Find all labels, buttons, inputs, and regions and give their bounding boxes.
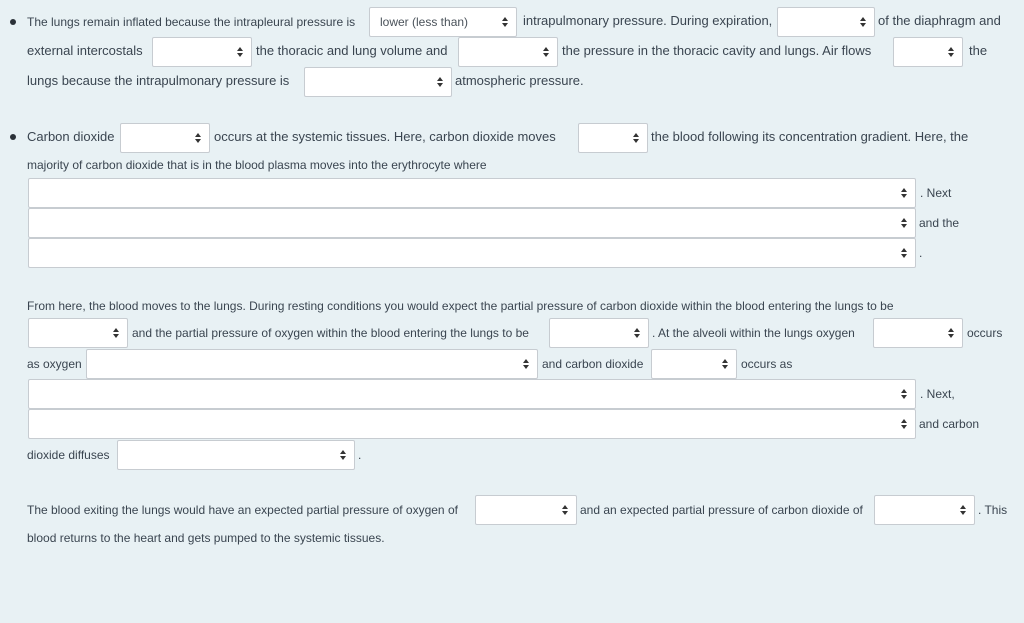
select-arrow-icon (340, 450, 346, 461)
lung-reaction-select-1[interactable] (28, 379, 916, 409)
lung-reaction-select-2[interactable] (28, 409, 916, 439)
air-flow-select[interactable] (893, 37, 963, 67)
p3-text-a: From here, the blood moves to the lungs.… (27, 299, 894, 313)
carbon-dioxide-process-select-2[interactable] (651, 349, 737, 379)
p2-text-d: majority of carbon dioxide that is in th… (27, 158, 487, 172)
erythrocyte-reaction-select-2[interactable] (28, 208, 916, 238)
p3-text-g: occurs as (741, 357, 793, 371)
p3-text-k: . (358, 448, 362, 462)
p1-text-h: lungs because the intrapulmonary pressur… (27, 73, 290, 88)
p3-text-d: occurs (967, 326, 1003, 340)
p1-text-a: The lungs remain inflated because the in… (27, 15, 356, 29)
p3-text-f: and carbon dioxide (542, 357, 644, 371)
select-arrow-icon (634, 328, 640, 339)
p3-text-b: and the partial pressure of oxygen withi… (132, 326, 529, 340)
select-arrow-icon (901, 248, 907, 259)
select-arrow-icon (562, 505, 568, 516)
p4-text-d: blood returns to the heart and gets pump… (27, 531, 385, 545)
p3-text-i: and carbon (919, 417, 980, 431)
carbon-dioxide-process-select[interactable] (120, 123, 210, 153)
p2-text-g: . (919, 246, 923, 260)
p1-text-f: the pressure in the thoracic cavity and … (562, 43, 872, 58)
oxygen-form-select[interactable] (86, 349, 538, 379)
exiting-po2-select[interactable] (475, 495, 577, 525)
p3-text-c: . At the alveoli within the lungs oxygen (652, 326, 855, 340)
p2-text-b: occurs at the systemic tissues. Here, ca… (214, 129, 556, 144)
select-arrow-icon (237, 47, 243, 58)
p1-text-c: of the diaphragm and (878, 13, 1001, 28)
thoracic-volume-select[interactable] (152, 37, 252, 67)
thoracic-pressure-select[interactable] (458, 37, 558, 67)
p2-text-f: and the (919, 216, 960, 230)
intrapulmonary-pressure-select[interactable] (304, 67, 452, 97)
select-arrow-icon (901, 218, 907, 229)
p1-text-e: the thoracic and lung volume and (256, 43, 448, 58)
select-value: lower (less than) (380, 15, 469, 29)
alveoli-oxygen-select[interactable] (873, 318, 963, 348)
select-arrow-icon (523, 359, 529, 370)
select-arrow-icon (543, 47, 549, 58)
expiration-select[interactable] (777, 7, 875, 37)
p2-text-e: . Next (920, 186, 952, 200)
select-arrow-icon (948, 47, 954, 58)
p1-text-i: atmospheric pressure. (455, 73, 584, 88)
p1-text-d: external intercostals (27, 43, 143, 58)
p3-text-h: . Next, (920, 387, 955, 401)
select-arrow-icon (502, 17, 508, 28)
p2-text-a: Carbon dioxide (27, 129, 115, 144)
select-arrow-icon (722, 359, 728, 370)
select-arrow-icon (901, 419, 907, 430)
p4-text-a: The blood exiting the lungs would have a… (27, 503, 458, 517)
po2-entering-lungs-select[interactable] (549, 318, 649, 348)
select-arrow-icon (195, 133, 201, 144)
select-arrow-icon (113, 328, 119, 339)
select-arrow-icon (948, 328, 954, 339)
p3-text-e: as oxygen (27, 357, 82, 371)
select-arrow-icon (437, 77, 443, 88)
pco2-entering-lungs-select[interactable] (28, 318, 128, 348)
exiting-pco2-select[interactable] (874, 495, 975, 525)
co2-diffuses-select[interactable] (117, 440, 355, 470)
select-arrow-icon (901, 188, 907, 199)
intrapleural-pressure-select[interactable]: lower (less than) (369, 7, 517, 37)
p1-text-b: intrapulmonary pressure. During expirati… (523, 13, 773, 28)
co2-direction-select[interactable] (578, 123, 648, 153)
select-arrow-icon (960, 505, 966, 516)
select-arrow-icon (901, 389, 907, 400)
p1-text-g: the (969, 43, 988, 58)
erythrocyte-reaction-select-3[interactable] (28, 238, 916, 268)
bullet-icon (10, 19, 16, 25)
p4-text-b: and an expected partial pressure of carb… (580, 503, 863, 517)
bullet-icon (10, 134, 16, 140)
select-arrow-icon (633, 133, 639, 144)
p4-text-c: . This (978, 503, 1008, 517)
p2-text-c: the blood following its concentration gr… (651, 129, 969, 144)
p3-text-j: dioxide diffuses (27, 448, 110, 462)
select-arrow-icon (860, 17, 866, 28)
erythrocyte-reaction-select-1[interactable] (28, 178, 916, 208)
